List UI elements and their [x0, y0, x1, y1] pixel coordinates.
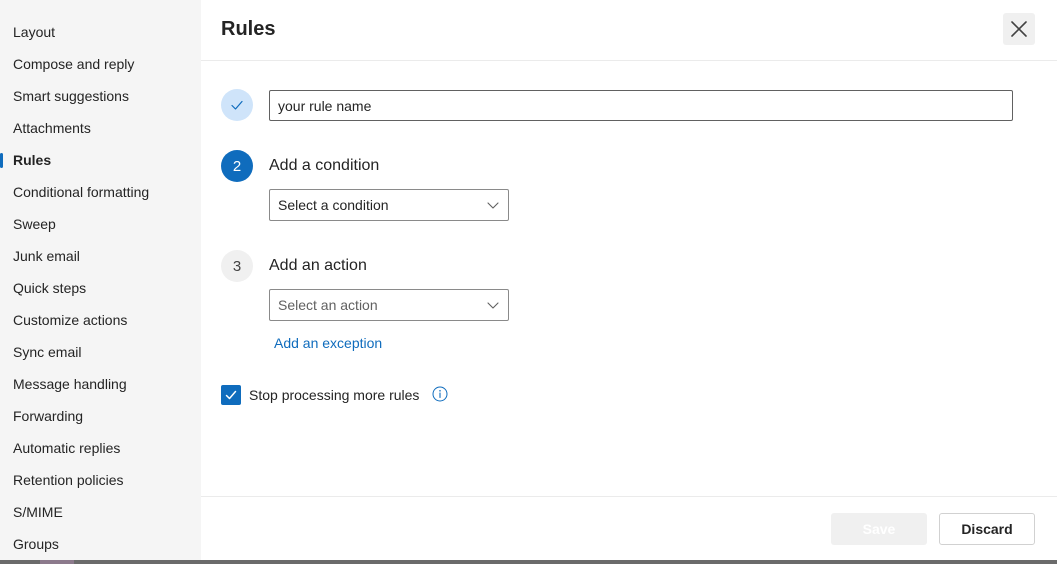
sidebar-item-customize-actions[interactable]: Customize actions: [0, 304, 201, 336]
discard-button[interactable]: Discard: [939, 513, 1035, 545]
add-exception-link[interactable]: Add an exception: [274, 335, 382, 351]
sidebar-item-smime[interactable]: S/MIME: [0, 496, 201, 528]
taskbar-fragment: [40, 560, 74, 564]
settings-sidebar: Layout Compose and reply Smart suggestio…: [0, 0, 201, 560]
save-button[interactable]: Save: [831, 513, 927, 545]
rule-name-input[interactable]: [269, 90, 1013, 121]
close-button[interactable]: [1003, 13, 1035, 45]
step-1-indicator: [221, 89, 253, 121]
settings-nav-list: Layout Compose and reply Smart suggestio…: [0, 0, 201, 560]
sidebar-item-forwarding[interactable]: Forwarding: [0, 400, 201, 432]
checkmark-icon: [231, 100, 243, 110]
step-2-indicator: 2: [221, 150, 253, 182]
add-action-label: Add an action: [269, 257, 367, 274]
sidebar-item-junk-email[interactable]: Junk email: [0, 240, 201, 272]
page-title: Rules: [221, 18, 276, 40]
info-icon[interactable]: [432, 386, 448, 402]
sidebar-item-smart-suggestions[interactable]: Smart suggestions: [0, 80, 201, 112]
action-dropdown[interactable]: Select an action: [269, 289, 509, 321]
close-icon: [1011, 21, 1027, 37]
sidebar-item-rules[interactable]: Rules: [0, 144, 201, 176]
stop-processing-label: Stop processing more rules: [249, 387, 420, 403]
step-3-indicator: 3: [221, 250, 253, 282]
window-bottom-edge: [0, 560, 1057, 564]
sidebar-item-compose-and-reply[interactable]: Compose and reply: [0, 48, 201, 80]
sidebar-item-conditional-formatting[interactable]: Conditional formatting: [0, 176, 201, 208]
chevron-down-icon: [487, 302, 499, 309]
sidebar-item-sweep[interactable]: Sweep: [0, 208, 201, 240]
checkmark-icon: [225, 390, 237, 400]
stop-processing-checkbox[interactable]: [221, 385, 241, 405]
sidebar-item-sync-email[interactable]: Sync email: [0, 336, 201, 368]
sidebar-item-automatic-replies[interactable]: Automatic replies: [0, 432, 201, 464]
chevron-down-icon: [487, 202, 499, 209]
sidebar-item-layout[interactable]: Layout: [0, 16, 201, 48]
add-condition-label: Add a condition: [269, 157, 380, 174]
sidebar-item-attachments[interactable]: Attachments: [0, 112, 201, 144]
sidebar-item-message-handling[interactable]: Message handling: [0, 368, 201, 400]
action-dropdown-value: Select an action: [278, 297, 378, 313]
panel-header: Rules: [201, 0, 1057, 61]
sidebar-item-retention-policies[interactable]: Retention policies: [0, 464, 201, 496]
condition-dropdown-value: Select a condition: [278, 197, 389, 213]
sidebar-item-groups[interactable]: Groups: [0, 528, 201, 560]
condition-dropdown[interactable]: Select a condition: [269, 189, 509, 221]
rules-panel: Rules 2 Add a condition Select a conditi…: [201, 0, 1057, 560]
panel-footer: Save Discard: [201, 496, 1057, 560]
sidebar-item-quick-steps[interactable]: Quick steps: [0, 272, 201, 304]
